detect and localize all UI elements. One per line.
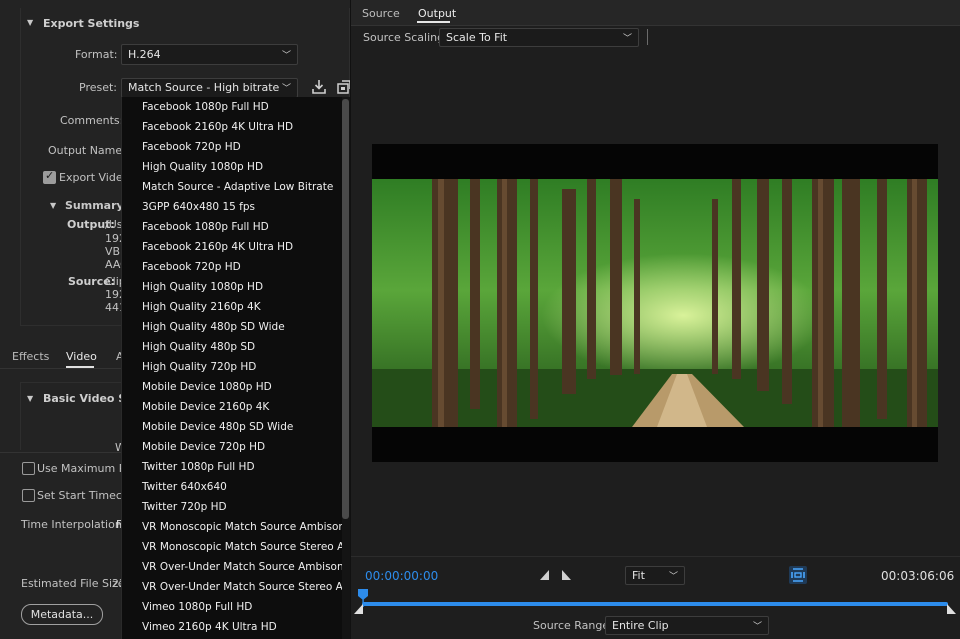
chevron-down-icon: ﹀ xyxy=(281,51,291,61)
preset-option[interactable]: High Quality 1080p HD xyxy=(122,157,340,177)
preset-option[interactable]: Twitter 720p HD xyxy=(122,497,340,517)
preset-option[interactable]: Facebook 720p HD xyxy=(122,257,340,277)
collapse-chevron-icon[interactable]: ▼ xyxy=(27,18,33,27)
mark-out-icon[interactable] xyxy=(561,570,573,580)
metadata-button-label: Metadata... xyxy=(30,608,94,621)
dropdown-scrollbar-thumb[interactable] xyxy=(342,99,349,519)
in-point-marker-icon[interactable] xyxy=(354,604,364,614)
timeline-track[interactable] xyxy=(362,602,948,606)
chevron-down-icon: ﹀ xyxy=(622,34,632,44)
zoom-select[interactable]: Fit ﹀ xyxy=(625,566,685,585)
start-timecode-checkbox[interactable] xyxy=(22,489,35,502)
preset-option[interactable]: Facebook 2160p 4K Ultra HD xyxy=(122,237,340,257)
preset-value: Match Source - High bitrate xyxy=(128,81,280,94)
toolbar-divider xyxy=(647,29,648,45)
preset-option[interactable]: VR Monoscopic Match Source Stereo Audio xyxy=(122,537,350,557)
tab-video[interactable]: Video xyxy=(66,350,97,363)
source-range-value: Entire Clip xyxy=(612,619,669,632)
dropdown-items: Facebook 1080p Full HD Facebook 2160p 4K … xyxy=(122,97,350,639)
preset-option[interactable]: Match Source - Adaptive Low Bitrate xyxy=(122,177,340,197)
source-scaling-select[interactable]: Scale To Fit ﹀ xyxy=(439,28,639,47)
preset-option[interactable]: Facebook 2160p 4K Ultra HD xyxy=(122,117,340,137)
forest-path-image xyxy=(372,179,938,427)
format-label: Format: xyxy=(75,48,118,61)
output-summary-line: /Us xyxy=(105,218,123,231)
preset-option[interactable]: Vimeo 1080p Full HD xyxy=(122,597,340,617)
preset-option[interactable]: High Quality 480p SD Wide xyxy=(122,317,340,337)
source-scaling-value: Scale To Fit xyxy=(446,31,508,44)
summary-chevron-icon[interactable]: ▼ xyxy=(50,201,56,210)
playback-bar xyxy=(351,556,960,557)
zoom-value: Fit xyxy=(632,569,645,582)
preset-option[interactable]: Facebook 1080p Full HD xyxy=(122,97,340,117)
preset-option[interactable]: Twitter 640x640 xyxy=(122,477,340,497)
preset-select[interactable]: Match Source - High bitrate ﹀ xyxy=(121,78,298,98)
metadata-button[interactable]: Metadata... xyxy=(21,604,103,625)
format-value: H.264 xyxy=(128,48,161,61)
comments-label: Comments: xyxy=(60,114,124,127)
preset-option[interactable]: Twitter 1080p Full HD xyxy=(122,457,340,477)
preset-option[interactable]: VR Monoscopic Match Source Ambisonics xyxy=(122,517,350,537)
chevron-down-icon: ﹀ xyxy=(668,572,678,582)
active-tab-underline xyxy=(66,366,94,368)
format-select[interactable]: H.264 ﹀ xyxy=(121,44,298,65)
source-range-select[interactable]: Entire Clip ﹀ xyxy=(605,616,769,635)
preset-option[interactable]: 3GPP 640x480 15 fps xyxy=(122,197,340,217)
preset-label: Preset: xyxy=(79,81,118,94)
preset-option[interactable]: High Quality 480p SD xyxy=(122,337,340,357)
summary-title: Summary xyxy=(65,199,124,212)
time-interpolation-label: Time Interpolation: xyxy=(21,518,126,531)
preset-option[interactable]: High Quality 720p HD xyxy=(122,357,340,377)
source-scaling-label: Source Scaling: xyxy=(363,31,448,44)
max-render-checkbox[interactable] xyxy=(22,462,35,475)
preset-option[interactable]: Mobile Device 720p HD xyxy=(122,437,340,457)
chevron-down-icon: ﹀ xyxy=(281,84,291,94)
fit-frame-icon[interactable] xyxy=(788,565,808,585)
preset-dropdown-list[interactable]: Facebook 1080p Full HD Facebook 2160p 4K … xyxy=(121,97,350,639)
save-preset-icon[interactable] xyxy=(311,79,327,95)
source-range-label: Source Range: xyxy=(533,619,613,632)
preset-option[interactable]: Facebook 1080p Full HD xyxy=(122,217,340,237)
preset-option[interactable]: Mobile Device 480p SD Wide xyxy=(122,417,340,437)
output-tab-underline xyxy=(417,21,450,23)
mark-in-icon[interactable] xyxy=(539,570,551,580)
export-video-label: Export Video xyxy=(59,171,130,184)
preset-option[interactable]: VR Over-Under Match Source Stereo Audio xyxy=(122,577,350,597)
export-video-checkbox[interactable] xyxy=(43,169,56,184)
preset-option[interactable]: High Quality 1080p HD xyxy=(122,277,340,297)
tab-source[interactable]: Source xyxy=(362,7,400,20)
preset-option[interactable]: Mobile Device 2160p 4K xyxy=(122,397,340,417)
preset-option[interactable]: Vimeo 2160p 4K Ultra HD xyxy=(122,617,340,637)
preset-option[interactable]: High Quality 2160p 4K xyxy=(122,297,340,317)
preset-option[interactable]: Facebook 720p HD xyxy=(122,137,340,157)
export-settings-title: Export Settings xyxy=(43,17,140,30)
out-point-marker-icon[interactable] xyxy=(946,604,956,614)
preset-option[interactable]: Mobile Device 1080p HD xyxy=(122,377,340,397)
timecode-current[interactable]: 00:00:00:00 xyxy=(365,569,438,583)
basic-video-chevron-icon[interactable]: ▼ xyxy=(27,394,33,403)
preset-option[interactable]: VR Over-Under Match Source Ambisonics xyxy=(122,557,350,577)
tab-effects[interactable]: Effects xyxy=(12,350,49,363)
tab-output[interactable]: Output xyxy=(418,7,456,20)
timecode-duration: 00:03:06:06 xyxy=(881,569,955,583)
chevron-down-icon: ﹀ xyxy=(752,622,762,632)
output-name-label: Output Name: xyxy=(48,144,126,157)
